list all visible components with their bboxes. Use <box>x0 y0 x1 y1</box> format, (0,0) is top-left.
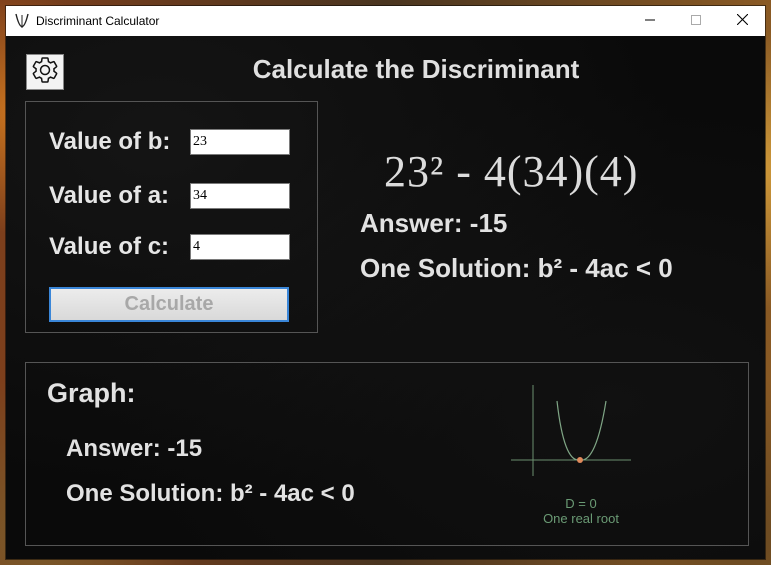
label-b: Value of b: <box>49 128 171 155</box>
label-c: Value of c: <box>49 233 170 260</box>
parabola-graph <box>511 385 631 476</box>
input-a[interactable] <box>190 183 290 209</box>
row-b: Value of b: <box>49 128 290 156</box>
input-c[interactable] <box>190 234 290 260</box>
row-c: Value of c: <box>49 233 290 261</box>
graph-heading: Graph: <box>47 378 136 408</box>
page-title: Calculate the Discriminant <box>252 54 580 84</box>
calculate-button[interactable]: Calculate <box>49 287 289 322</box>
graph-caption-roots: One real root <box>543 511 619 526</box>
graph-answer-text: Answer: -15 <box>66 435 203 462</box>
maximize-icon <box>691 12 701 30</box>
close-button[interactable] <box>719 6 765 36</box>
minimize-icon <box>645 12 655 30</box>
app-content: Calculate the Discriminant Value of b: V… <box>6 36 765 559</box>
maximize-button[interactable] <box>673 6 719 36</box>
parabola-curve <box>556 400 607 461</box>
graph-caption-discriminant: D = 0 <box>565 496 597 511</box>
vertex-point <box>577 457 583 463</box>
minimize-button[interactable] <box>627 6 673 36</box>
settings-button[interactable] <box>26 54 64 90</box>
graph-panel: Graph: Answer: -15 One Solution: b² - 4a… <box>25 362 749 546</box>
solution-text: One Solution: b² - 4ac < 0 <box>360 253 673 283</box>
gear-icon <box>30 55 60 90</box>
title-bar[interactable]: Discriminant Calculator <box>6 6 765 36</box>
parabola-icon <box>14 13 30 29</box>
input-panel: Value of b: Value of a: Value of c: Calc… <box>25 101 318 333</box>
close-icon <box>736 12 748 30</box>
window-title: Discriminant Calculator <box>36 14 160 28</box>
answer-text: Answer: -15 <box>360 208 508 238</box>
input-b[interactable] <box>190 129 290 155</box>
app-window: Discriminant Calculator Calculate the Di… <box>6 6 765 559</box>
label-a: Value of a: <box>49 182 170 209</box>
row-a: Value of a: <box>49 182 290 210</box>
equation-display: 23² - 4(34)(4) <box>384 147 639 196</box>
graph-solution-text: One Solution: b² - 4ac < 0 <box>66 480 355 507</box>
window-controls <box>627 6 765 36</box>
